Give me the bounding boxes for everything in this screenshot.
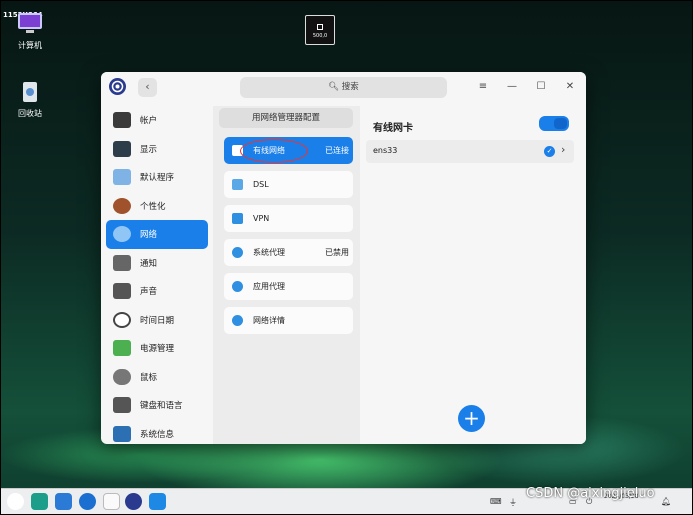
file-manager-icon[interactable] (55, 493, 72, 510)
sidebar-item-label: 电源管理 (140, 344, 175, 355)
network-item-vpn[interactable]: VPN (224, 205, 353, 232)
sidebar-item-keyboard[interactable]: 键盘和语言 (106, 391, 208, 420)
sidebar-item-notification[interactable]: 通知 (106, 249, 208, 278)
search-icon: 🔍︎ (328, 82, 342, 92)
desktop-icon-label: 回收站 (18, 109, 42, 118)
annotation-oval (240, 139, 308, 163)
sidebar-item-label: 通知 (140, 258, 158, 269)
toggle-knob (554, 118, 567, 129)
sidebar-item-account[interactable]: 帐户 (106, 106, 208, 135)
personalization-icon (113, 197, 131, 214)
control-center-logo-icon (109, 78, 126, 95)
network-item-details[interactable]: 网络详情 (224, 307, 353, 334)
sidebar-item-datetime[interactable]: 时间日期 (106, 306, 208, 335)
account-icon (113, 112, 131, 129)
sidebar-item-display[interactable]: 显示 (106, 135, 208, 164)
network-item-status: 已连接 (325, 146, 349, 155)
sidebar-item-label: 个性化 (140, 201, 166, 212)
network-item-system-proxy[interactable]: 系统代理 已禁用 (224, 239, 353, 266)
network-item-dsl[interactable]: DSL (224, 171, 353, 198)
desktop-icon-computer[interactable]: 计算机 (7, 12, 53, 51)
screen-capture-box[interactable]: 500,0 (305, 15, 335, 45)
app-store-icon[interactable] (149, 493, 166, 510)
sidebar-item-mouse[interactable]: 鼠标 (106, 363, 208, 392)
browser-icon[interactable] (79, 493, 96, 510)
capture-square-icon (317, 24, 323, 30)
network-manager-config-button[interactable]: 用网络管理器配置 (219, 108, 353, 128)
titlebar: ‹ 🔍︎ 搜索 ≡ — ☐ ✕ (101, 72, 586, 102)
display-icon (113, 140, 131, 157)
wired-detail-panel: 有线网卡 ens33 ✓ › + (360, 102, 586, 444)
desktop-icon-label: 计算机 (18, 41, 42, 50)
multitask-view-icon[interactable] (31, 493, 48, 510)
sidebar-item-label: 显示 (140, 144, 158, 155)
sidebar-item-default-apps[interactable]: 默认程序 (106, 163, 208, 192)
sidebar-item-label: 网络 (140, 230, 158, 241)
device-row-ens33[interactable]: ens33 ✓ › (366, 140, 574, 163)
battery-icon (113, 340, 131, 357)
trash-icon (17, 80, 43, 104)
device-name: ens33 (373, 146, 398, 155)
sidebar-item-personalization[interactable]: 个性化 (106, 192, 208, 221)
sidebar-item-label: 默认程序 (140, 173, 175, 184)
sidebar-item-label: 声音 (140, 287, 158, 298)
clock-icon (113, 311, 131, 328)
network-item-status: 已禁用 (325, 248, 349, 257)
back-button[interactable]: ‹ (138, 78, 157, 97)
close-button[interactable]: ✕ (562, 79, 578, 95)
sidebar-item-power[interactable]: 电源管理 (106, 334, 208, 363)
search-input[interactable]: 🔍︎ 搜索 (240, 77, 447, 98)
network-item-label: 系统代理 (253, 248, 285, 257)
watermark: CSDN @aixingjieluo (526, 486, 655, 501)
control-center-window: ‹ 🔍︎ 搜索 ≡ — ☐ ✕ 帐户 显示 默认程序 个性化 网络 通知 声音 … (101, 72, 586, 444)
notification-icon (113, 254, 131, 271)
system-info-icon (113, 425, 131, 442)
chevron-right-icon[interactable]: › (561, 143, 565, 156)
calendar-icon[interactable] (103, 493, 120, 510)
control-center-icon[interactable] (125, 493, 142, 510)
connected-check-icon: ✓ (544, 146, 555, 157)
sidebar-item-label: 时间日期 (140, 315, 175, 326)
wired-adapter-toggle[interactable] (539, 116, 569, 131)
minimize-button[interactable]: — (504, 79, 520, 95)
vpn-icon (232, 213, 243, 224)
sidebar: 帐户 显示 默认程序 个性化 网络 通知 声音 时间日期 电源管理 鼠标 键盘和… (106, 106, 208, 442)
dsl-icon (232, 179, 243, 190)
sidebar-item-sound[interactable]: 声音 (106, 277, 208, 306)
search-placeholder: 搜索 (341, 82, 359, 92)
computer-icon (17, 12, 43, 36)
add-connection-button[interactable]: + (458, 405, 485, 432)
sidebar-item-label: 鼠标 (140, 372, 158, 383)
app-proxy-icon (232, 281, 243, 292)
capture-coords: 500,0 (312, 33, 328, 39)
mouse-icon (113, 368, 131, 385)
keyboard-tray-icon[interactable]: ⌨ (490, 497, 502, 506)
network-item-label: VPN (253, 214, 270, 223)
network-item-label: DSL (253, 180, 269, 189)
network-item-label: 应用代理 (253, 282, 285, 291)
info-icon (232, 315, 243, 326)
proxy-icon (232, 247, 243, 258)
sidebar-item-label: 系统信息 (140, 429, 175, 440)
sidebar-item-label: 键盘和语言 (140, 401, 183, 412)
keyboard-icon (113, 397, 131, 414)
sidebar-item-system-info[interactable]: 系统信息 (106, 420, 208, 445)
maximize-button[interactable]: ☐ (533, 79, 549, 95)
sound-icon (113, 283, 131, 300)
usb-tray-icon[interactable]: ⏚ (509, 497, 517, 508)
sidebar-item-network[interactable]: 网络 (106, 220, 208, 249)
network-icon (113, 226, 131, 243)
sidebar-item-label: 帐户 (140, 116, 158, 127)
wired-adapter-title: 有线网卡 (373, 123, 413, 134)
notification-tray-icon[interactable]: 🔔︎ (661, 497, 671, 506)
network-item-app-proxy[interactable]: 应用代理 (224, 273, 353, 300)
launcher-icon[interactable] (7, 493, 24, 510)
desktop-icon-trash[interactable]: 回收站 (7, 80, 53, 119)
menu-button[interactable]: ≡ (475, 79, 491, 95)
default-apps-icon (113, 169, 131, 186)
network-item-label: 网络详情 (253, 316, 285, 325)
